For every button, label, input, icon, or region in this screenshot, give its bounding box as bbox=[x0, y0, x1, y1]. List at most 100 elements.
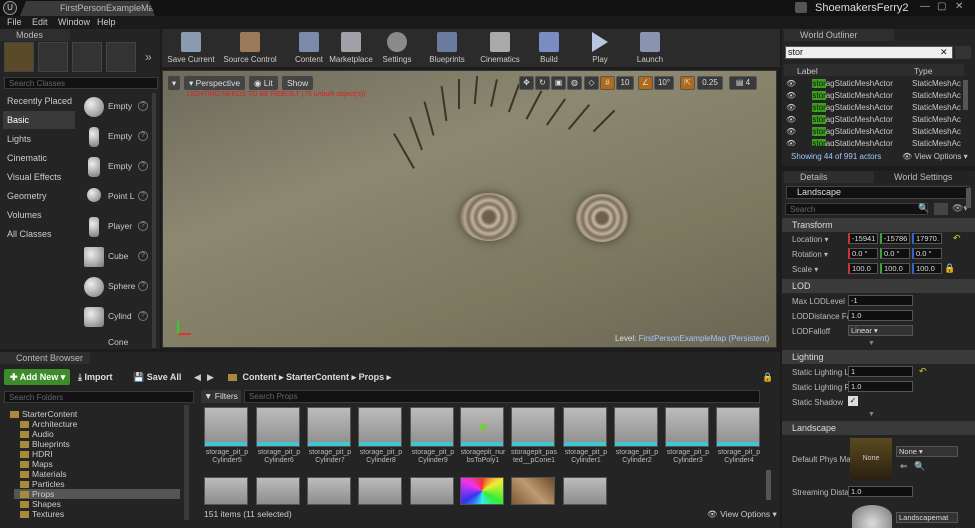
asset-tile[interactable]: storage_pit_pCylinder1 bbox=[563, 407, 609, 477]
outliner-scrollbar[interactable] bbox=[963, 80, 968, 110]
scale-icon[interactable]: ▣ bbox=[551, 76, 566, 90]
asset-tile[interactable]: storagepit_pasted__pCone1 bbox=[511, 407, 557, 477]
content-view-options[interactable]: 👁 View Options ▾ bbox=[707, 509, 777, 520]
breadcrumb-props[interactable]: Props bbox=[359, 372, 385, 382]
asset-tile[interactable] bbox=[511, 477, 557, 505]
scale-snap-icon[interactable]: ⇱ bbox=[680, 76, 695, 90]
maximize-icon[interactable]: ▢ bbox=[937, 1, 946, 12]
save-all-button[interactable]: 💾 Save All bbox=[133, 372, 181, 383]
lod-level-field[interactable]: -1 bbox=[848, 295, 913, 306]
blueprints-button[interactable]: Blueprints bbox=[421, 30, 473, 66]
outliner-search-input[interactable]: stor bbox=[785, 46, 953, 59]
landscape-material-select[interactable]: Landscapemat bbox=[896, 512, 958, 523]
rotate-icon[interactable]: ↻ bbox=[535, 76, 550, 90]
tree-item-shapes[interactable]: Shapes bbox=[20, 499, 61, 509]
expand-lod-icon[interactable]: ▼ bbox=[868, 340, 875, 347]
tab-world-outliner[interactable]: World Outliner bbox=[784, 29, 894, 41]
tree-item-props[interactable]: Props bbox=[14, 489, 180, 499]
show-button[interactable]: Show bbox=[282, 76, 314, 90]
location-z[interactable]: 17970. bbox=[912, 233, 942, 244]
lock-icon[interactable]: 🔒 bbox=[762, 372, 773, 383]
tree-item-materials[interactable]: Materials bbox=[20, 469, 66, 479]
col-type[interactable]: Type bbox=[914, 66, 932, 76]
notification-icon[interactable] bbox=[795, 2, 807, 13]
paint-mode-icon[interactable] bbox=[38, 42, 68, 72]
breadcrumb-startercontent[interactable]: StarterContent bbox=[286, 372, 349, 382]
lod-distance-field[interactable]: 1.0 bbox=[848, 310, 913, 321]
cinematics-button[interactable]: Cinematics bbox=[474, 30, 526, 66]
outliner-row[interactable]: 👁 storagStaticMeshActor StaticMeshAc bbox=[786, 78, 961, 89]
grid-snap-icon[interactable]: # bbox=[600, 76, 615, 90]
reset-lighting-icon[interactable]: ↶ bbox=[919, 366, 927, 377]
tree-item-maps[interactable]: Maps bbox=[20, 459, 53, 469]
outliner-row[interactable]: 👁 storagStaticMeshActor StaticMeshAc bbox=[786, 90, 961, 101]
asset-tile[interactable] bbox=[358, 477, 404, 505]
foliage-mode-icon[interactable] bbox=[106, 42, 136, 72]
asset-tile[interactable] bbox=[256, 477, 302, 505]
filters-button[interactable]: ▼ Filters ▾ bbox=[201, 390, 241, 414]
static-shadow-checkbox[interactable]: ✓ bbox=[848, 396, 858, 406]
browse-icon[interactable]: 🔍 bbox=[914, 461, 925, 472]
section-lod[interactable]: LOD bbox=[782, 279, 975, 293]
tree-item-architecture[interactable]: Architecture bbox=[20, 419, 77, 429]
search-folders-input[interactable]: Search Folders bbox=[4, 391, 194, 403]
section-lighting[interactable]: Lighting bbox=[782, 350, 975, 364]
tab-world-settings[interactable]: World Settings bbox=[878, 171, 968, 183]
tree-item-audio[interactable]: Audio bbox=[20, 429, 54, 439]
outliner-row[interactable]: 👁 storagStaticMeshActor StaticMeshAc bbox=[786, 114, 961, 125]
asset-tile[interactable]: storage_pit_pCylinder9 bbox=[410, 407, 456, 477]
world-space-icon[interactable]: ◍ bbox=[567, 76, 582, 90]
phys-material-select[interactable]: None ▾ bbox=[896, 446, 958, 457]
asset-tile[interactable]: storage_pit_pCylinder6 bbox=[256, 407, 302, 477]
scale-snap-value[interactable]: 0.25 bbox=[697, 76, 723, 90]
menu-edit[interactable]: Edit bbox=[32, 17, 48, 27]
search-props-input[interactable]: Search Props bbox=[244, 390, 760, 403]
asset-tile[interactable] bbox=[563, 477, 609, 505]
visibility-icon[interactable]: 👁 bbox=[786, 127, 796, 136]
storage-pit-mesh[interactable] bbox=[460, 193, 518, 241]
lit-button[interactable]: ◉ Lit bbox=[249, 76, 278, 90]
details-search-input[interactable]: Search bbox=[785, 203, 928, 215]
assets-scrollbar[interactable] bbox=[766, 470, 771, 500]
import-button[interactable]: ⤓ Import bbox=[78, 372, 112, 383]
asset-tile[interactable]: storage_pit_pCylinder2 bbox=[614, 407, 660, 477]
category-visual-effects[interactable]: Visual Effects bbox=[3, 168, 75, 186]
section-transform[interactable]: Transform bbox=[782, 218, 975, 232]
location-y[interactable]: -15786 bbox=[880, 233, 910, 244]
place-mode-icon[interactable] bbox=[4, 42, 34, 72]
outliner-row[interactable]: 👁 storagStaticMeshActor StaticMeshAc bbox=[786, 102, 961, 113]
visibility-icon[interactable]: 👁 bbox=[786, 115, 796, 124]
category-recently-placed[interactable]: Recently Placed bbox=[3, 92, 75, 110]
place-item-empty-pawn[interactable]: Empty? bbox=[80, 153, 152, 181]
property-matrix-icon[interactable] bbox=[934, 203, 948, 215]
tab-modes[interactable]: Modes bbox=[0, 29, 70, 41]
asset-tile[interactable]: storage_pit_pCylinder8 bbox=[358, 407, 404, 477]
outliner-row[interactable]: 👁 storagStaticMeshActor StaticMeshAc bbox=[786, 138, 961, 146]
asset-tile[interactable]: storagepit_nurbsToPoly1 bbox=[460, 407, 506, 477]
close-window-icon[interactable]: ✕ bbox=[955, 1, 963, 12]
launch-button[interactable]: Launch bbox=[624, 30, 676, 66]
storage-pit-mesh[interactable] bbox=[576, 194, 628, 242]
grid-snap-value[interactable]: 10 bbox=[616, 76, 634, 90]
scale-z[interactable]: 100.0 bbox=[912, 263, 942, 274]
breadcrumb-content[interactable]: Content bbox=[243, 372, 277, 382]
outliner-settings-icon[interactable] bbox=[955, 46, 971, 59]
streaming-distance-field[interactable]: 1.0 bbox=[848, 486, 913, 497]
menu-help[interactable]: Help bbox=[97, 17, 116, 27]
rotation-snap-icon[interactable]: ∠ bbox=[638, 76, 653, 90]
back-icon[interactable]: ◀ bbox=[194, 372, 201, 383]
save-current-button[interactable]: Save Current bbox=[165, 30, 217, 66]
menu-window[interactable]: Window bbox=[58, 17, 90, 27]
category-basic[interactable]: Basic bbox=[3, 111, 75, 129]
modes-scrollbar[interactable] bbox=[152, 93, 156, 348]
visibility-icon[interactable]: 👁 bbox=[786, 91, 796, 100]
forward-icon[interactable]: ▶ bbox=[207, 372, 214, 383]
asset-tile[interactable]: storage_pit_pCylinder7 bbox=[307, 407, 353, 477]
landscape-material-thumbnail[interactable] bbox=[852, 505, 892, 528]
asset-tile[interactable]: storage_pit_pCylinder5 bbox=[204, 407, 250, 477]
use-selected-icon[interactable]: ⇐ bbox=[900, 461, 908, 472]
play-button[interactable]: Play bbox=[574, 30, 626, 66]
static-lighting-res-field[interactable]: 1.0 bbox=[848, 381, 913, 392]
lod-falloff-select[interactable]: Linear ▾ bbox=[848, 325, 913, 336]
tree-item-particles[interactable]: Particles bbox=[20, 479, 65, 489]
